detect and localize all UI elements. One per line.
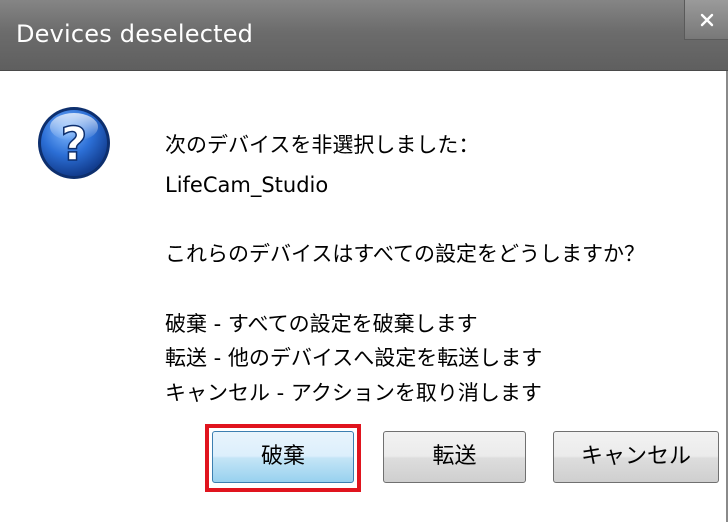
message-question: これらのデバイスはすべての設定をどうしますか？ xyxy=(165,242,646,266)
message-line-1: 次のデバイスを非選択しました： xyxy=(165,133,480,157)
transfer-button[interactable]: 転送 xyxy=(383,431,526,483)
message-cancel-description: キャンセル - アクションを取り消します xyxy=(165,381,542,405)
message-transfer-description: 転送 - 他のデバイスへ設定を転送します xyxy=(165,346,543,370)
message-discard-description: 破棄 - すべての設定を破棄します xyxy=(165,312,478,336)
svg-text:?: ? xyxy=(61,117,88,171)
dialog-body: ? 次のデバイスを非選択しました： LifeCam_Studio これらのデバイ… xyxy=(0,71,728,522)
title-bar[interactable]: Devices deselected xyxy=(0,0,728,71)
question-icon: ? xyxy=(38,107,110,179)
devices-deselected-dialog: Devices deselected ? 次のデバイスを非選択しました： Lif… xyxy=(0,0,728,522)
discard-button[interactable]: 破棄 xyxy=(212,431,354,483)
close-icon xyxy=(700,13,714,27)
window-title: Devices deselected xyxy=(16,20,254,48)
cancel-button[interactable]: キャンセル xyxy=(553,431,719,483)
close-button[interactable] xyxy=(684,0,728,40)
message-device-name: LifeCam_Studio xyxy=(165,173,329,197)
